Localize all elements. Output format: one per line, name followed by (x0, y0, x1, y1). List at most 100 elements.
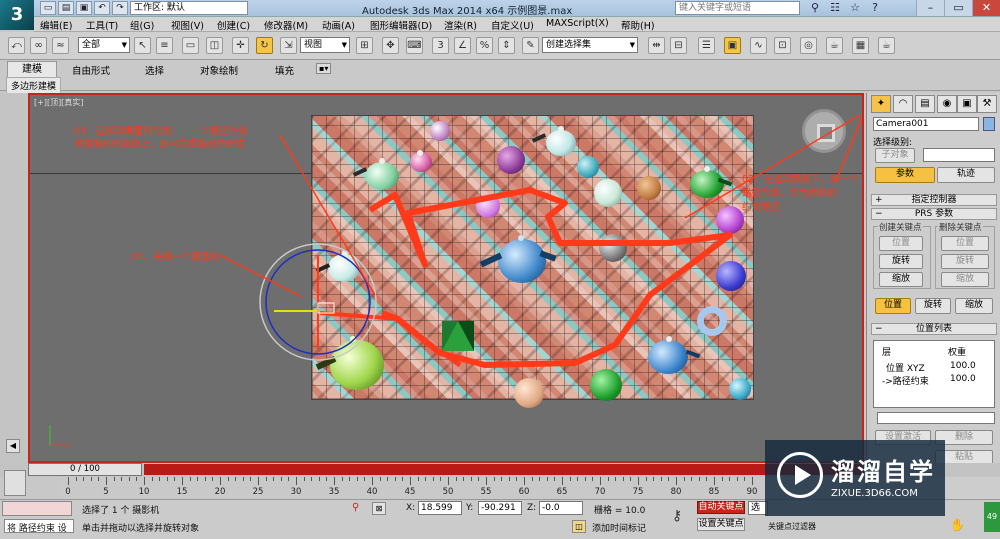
y-coordinate-field[interactable]: -90.291 (478, 501, 522, 515)
selection-filter-dropdown[interactable]: 全部 (78, 37, 130, 53)
new-file-icon[interactable]: ▭ (40, 1, 56, 15)
search-input[interactable]: 键入关键字或短语 (675, 1, 800, 15)
object-color-swatch[interactable] (983, 117, 995, 131)
percent-snap-icon[interactable]: % (476, 37, 493, 54)
menu-rendering[interactable]: 渲染(R) (444, 18, 477, 32)
menu-graph-editors[interactable]: 图形编辑器(D) (370, 18, 432, 32)
key-filters-button[interactable]: 关键点过滤器 (768, 521, 816, 532)
select-manipulate-icon[interactable]: ✥ (382, 37, 399, 54)
align-icon[interactable]: ⊟ (670, 37, 687, 54)
keyboard-shortcut-icon[interactable]: ⌨ (406, 37, 423, 54)
time-slider[interactable]: 0 / 100 (28, 463, 142, 476)
list-row-name[interactable]: ->路径约束 (882, 374, 929, 387)
sub-object-dropdown[interactable] (923, 148, 995, 162)
named-selection-dropdown[interactable]: 创建选择集 (542, 37, 638, 53)
ribbon-tab-selection[interactable]: 选择 (145, 63, 164, 77)
select-by-name-icon[interactable]: ≡ (156, 37, 173, 54)
maxscript-listener-top[interactable] (2, 501, 72, 516)
menu-help[interactable]: 帮助(H) (621, 18, 655, 32)
maxscript-listener-bottom[interactable]: 将 路径约束 设 (4, 519, 74, 534)
ribbon-tab-populate[interactable]: 填充 (275, 63, 294, 77)
tab-create-icon[interactable]: ✦ (871, 95, 891, 113)
select-object-icon[interactable]: ↖ (134, 37, 151, 54)
prs-parameters-rollout[interactable]: − PRS 参数 (871, 208, 997, 220)
lock-icon[interactable]: ⚲ (352, 502, 364, 514)
menu-edit[interactable]: 编辑(E) (40, 18, 72, 32)
create-key-position-button[interactable]: 位置 (879, 236, 923, 251)
rendered-frame-icon[interactable]: ▦ (852, 37, 869, 54)
snaps-toggle-icon[interactable]: 3 (432, 37, 449, 54)
z-coordinate-field[interactable]: -0.0 (539, 501, 583, 515)
graphite-toggle-icon[interactable]: ▣ (724, 37, 741, 54)
ribbon-options-icon[interactable]: ▪▾ (316, 63, 332, 74)
angle-snap-icon[interactable]: ∠ (454, 37, 471, 54)
pan-hand-icon[interactable]: ✋ (950, 518, 965, 532)
undo-tool-icon[interactable]: ⤺ (8, 37, 25, 54)
create-key-scale-button[interactable]: 缩放 (879, 272, 923, 287)
menu-create[interactable]: 创建(C) (217, 18, 250, 32)
mini-curve-editor-button[interactable] (4, 470, 26, 496)
reference-coord-dropdown[interactable]: 视图 (300, 37, 350, 53)
help-icon[interactable]: ? (866, 1, 884, 15)
menu-maxscript[interactable]: MAXScript(X) (546, 18, 609, 29)
close-button[interactable]: ✕ (972, 0, 1000, 16)
add-time-tag[interactable]: 添加时间标记 (592, 521, 646, 534)
render-production-icon[interactable]: ☕ (878, 37, 895, 54)
weight-spinner[interactable] (877, 412, 995, 424)
material-editor-icon[interactable]: ◎ (800, 37, 817, 54)
save-icon[interactable]: ▣ (76, 1, 92, 15)
trajectories-tab[interactable]: 轨迹 (937, 167, 995, 183)
tab-utilities-icon[interactable]: ⚒ (977, 95, 997, 113)
undo-icon[interactable]: ↶ (94, 1, 110, 15)
position-list-box[interactable]: 层 权重 位置 XYZ 100.0 ->路径约束 100.0 (873, 340, 995, 408)
absolute-mode-icon[interactable]: ⊠ (372, 502, 386, 515)
menu-modifiers[interactable]: 修改器(M) (264, 18, 308, 32)
render-setup-icon[interactable]: ☕ (826, 37, 843, 54)
create-key-rotation-button[interactable]: 旋转 (879, 254, 923, 269)
tab-hierarchy-icon[interactable]: ▤ (915, 95, 935, 113)
assign-controller-rollout[interactable]: + 指定控制器 (871, 194, 997, 206)
bind-space-warp-icon[interactable]: ≈ (52, 37, 69, 54)
time-range-bar[interactable] (144, 464, 864, 475)
list-row-name[interactable]: 位置 XYZ (886, 361, 925, 374)
favorites-icon[interactable]: ☆ (846, 1, 864, 15)
time-tag-icon[interactable]: ◫ (572, 520, 586, 533)
object-name-field[interactable]: Camera001 (873, 117, 979, 131)
delete-key-scale-button[interactable]: 缩放 (941, 272, 989, 287)
rect-selection-icon[interactable]: ▭ (182, 37, 199, 54)
tab-display-icon[interactable]: ▣ (957, 95, 977, 113)
track-bar-ruler[interactable]: 0 5 10 15 20 25 30 35 40 45 50 55 60 65 70 75 80 85 90 (60, 477, 757, 499)
ribbon-tab-modeling[interactable]: 建模 (7, 61, 57, 77)
move-icon[interactable]: ✛ (232, 37, 249, 54)
schematic-view-icon[interactable]: ⊡ (774, 37, 791, 54)
delete-key-rotation-button[interactable]: 旋转 (941, 254, 989, 269)
ribbon-tab-object-paint[interactable]: 对象绘制 (200, 63, 238, 77)
workspace-dropdown[interactable]: 工作区: 默认 (130, 1, 248, 15)
position-list-rollout[interactable]: − 位置列表 (871, 323, 997, 335)
tab-modify-icon[interactable]: ◠ (893, 95, 913, 113)
tab-motion-icon[interactable]: ◉ (937, 95, 957, 113)
set-key-button[interactable]: 设置关键点 (697, 518, 745, 531)
curve-editor-icon[interactable]: ∿ (750, 37, 767, 54)
mode-scale-button[interactable]: 缩放 (955, 298, 993, 314)
menu-views[interactable]: 视图(V) (171, 18, 204, 32)
rotate-icon[interactable]: ↻ (256, 37, 273, 54)
sub-object-button[interactable]: 子对象 (875, 148, 915, 163)
menu-tools[interactable]: 工具(T) (86, 18, 118, 32)
parameters-tab[interactable]: 参数 (875, 167, 935, 183)
expand-arrow-icon[interactable]: ◀ (6, 439, 20, 453)
community-icon[interactable]: ☷ (826, 1, 844, 15)
layer-manager-icon[interactable]: ☰ (698, 37, 715, 54)
spinner-snap-icon[interactable]: ⇕ (498, 37, 515, 54)
redo-icon[interactable]: ↷ (112, 1, 128, 15)
key-icon[interactable]: ⚷ (672, 508, 682, 524)
scale-icon[interactable]: ⇲ (280, 37, 297, 54)
maximize-button[interactable]: ▭ (944, 0, 972, 16)
app-logo-icon[interactable]: 3 (0, 0, 34, 30)
minimize-button[interactable]: – (916, 0, 944, 16)
ribbon-subpanel-polygon-modeling[interactable]: 多边形建模 (6, 77, 62, 94)
ribbon-tab-freeform[interactable]: 自由形式 (72, 63, 110, 77)
link-icon[interactable]: ∞ (30, 37, 47, 54)
pivot-center-icon[interactable]: ⊞ (356, 37, 373, 54)
mode-rotation-button[interactable]: 旋转 (915, 298, 951, 314)
